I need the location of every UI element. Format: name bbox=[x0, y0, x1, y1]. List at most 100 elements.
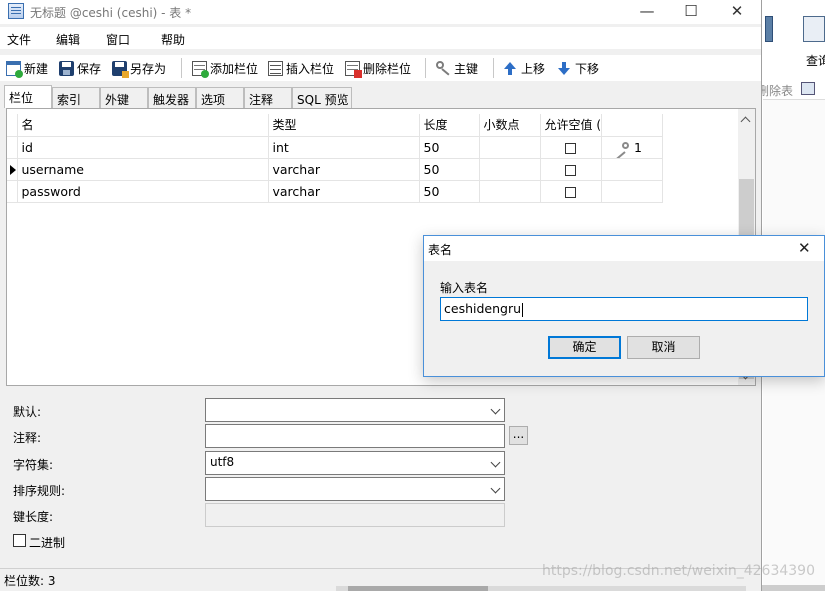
field-type-cell[interactable]: varchar bbox=[268, 158, 420, 181]
nullable-checkbox[interactable] bbox=[564, 164, 576, 176]
tab-fields[interactable]: 栏位 bbox=[4, 85, 52, 108]
default-combo[interactable] bbox=[205, 398, 505, 422]
tab-options[interactable]: 选项 bbox=[196, 87, 244, 108]
column-header-name[interactable]: 名 bbox=[17, 114, 269, 137]
primary-key-order: 1 bbox=[633, 139, 642, 155]
menu-window[interactable]: 窗口 bbox=[106, 31, 130, 48]
field-type-cell[interactable]: varchar bbox=[268, 180, 420, 203]
field-name-cell[interactable]: id bbox=[17, 136, 269, 159]
column-header-type[interactable]: 类型 bbox=[268, 114, 420, 137]
scrollbar-thumb[interactable] bbox=[348, 586, 488, 591]
query-icon[interactable] bbox=[765, 16, 773, 42]
insert-field-label: 插入栏位 bbox=[286, 61, 335, 76]
table-icon bbox=[801, 82, 815, 95]
horizontal-scrollbar[interactable] bbox=[336, 586, 746, 591]
text-cursor bbox=[522, 302, 524, 317]
save-as-button[interactable]: 另存为 bbox=[112, 58, 166, 78]
chevron-down-icon[interactable] bbox=[490, 457, 501, 468]
field-length-cell[interactable]: 50 bbox=[419, 136, 480, 159]
nullable-cell[interactable] bbox=[540, 180, 602, 203]
table-name-dialog: 表名 ✕ 输入表名 ceshidengru 确定 取消 bbox=[423, 235, 825, 377]
field-length-cell[interactable]: 50 bbox=[419, 180, 480, 203]
nullable-cell[interactable] bbox=[540, 158, 602, 181]
add-field-button[interactable]: 添加栏位 bbox=[192, 58, 258, 78]
tab-indexes[interactable]: 索引 bbox=[52, 87, 100, 108]
nullable-cell[interactable] bbox=[540, 136, 602, 159]
key-icon bbox=[436, 60, 451, 76]
primary-key-icon bbox=[614, 142, 630, 157]
title-bar[interactable]: 无标题 @ceshi (ceshi) - 表 * — ☐ ✕ bbox=[0, 0, 761, 24]
tab-triggers[interactable]: 触发器 bbox=[148, 87, 196, 108]
query-label[interactable]: 查询 bbox=[806, 52, 825, 69]
menu-file[interactable]: 文件 bbox=[7, 31, 31, 48]
column-header-nullable[interactable]: 允许空值 ( bbox=[540, 114, 602, 137]
delete-field-icon bbox=[345, 60, 362, 78]
maximize-button[interactable]: ☐ bbox=[668, 0, 714, 24]
field-decimals-cell[interactable] bbox=[479, 136, 541, 159]
key-cell bbox=[601, 180, 663, 203]
query-icon[interactable] bbox=[803, 16, 825, 42]
comment-input[interactable] bbox=[205, 424, 505, 448]
tab-comment[interactable]: 注释 bbox=[244, 87, 292, 108]
nullable-checkbox[interactable] bbox=[564, 186, 576, 198]
column-header-decimals[interactable]: 小数点 bbox=[479, 114, 541, 137]
delete-table-label[interactable]: 删除表 bbox=[757, 82, 793, 99]
cancel-button[interactable]: 取消 bbox=[627, 336, 700, 359]
charset-value: utf8 bbox=[210, 455, 235, 469]
insert-field-button[interactable]: 插入栏位 bbox=[268, 58, 334, 78]
key-cell: 1 bbox=[601, 136, 663, 159]
comment-label: 注释: bbox=[13, 431, 42, 445]
default-label: 默认: bbox=[13, 405, 42, 419]
dialog-title-bar[interactable]: 表名 ✕ bbox=[424, 236, 824, 261]
field-count: 栏位数: 3 bbox=[4, 574, 56, 588]
save-label: 保存 bbox=[77, 61, 102, 76]
background-scrollbar[interactable] bbox=[761, 585, 825, 591]
save-as-label: 另存为 bbox=[130, 61, 167, 76]
chevron-down-icon[interactable] bbox=[490, 483, 501, 494]
arrow-up-icon bbox=[503, 61, 518, 76]
nullable-checkbox[interactable] bbox=[564, 142, 576, 154]
scroll-up-arrow-icon[interactable] bbox=[740, 116, 751, 127]
charset-label: 字符集: bbox=[13, 458, 54, 472]
field-decimals-cell[interactable] bbox=[479, 158, 541, 181]
close-button[interactable]: ✕ bbox=[714, 0, 760, 24]
binary-checkbox[interactable] bbox=[13, 534, 26, 547]
new-button[interactable]: 新建 bbox=[6, 58, 48, 78]
toolbar-separator bbox=[493, 58, 494, 78]
menu-help[interactable]: 帮助 bbox=[161, 31, 185, 48]
comment-editor-button[interactable]: ... bbox=[509, 426, 528, 445]
menu-edit[interactable]: 编辑 bbox=[56, 31, 80, 48]
chevron-down-icon[interactable] bbox=[490, 404, 501, 415]
save-button[interactable]: 保存 bbox=[59, 58, 101, 78]
field-decimals-cell[interactable] bbox=[479, 180, 541, 203]
table-name-value: ceshidengru bbox=[444, 301, 522, 316]
collation-combo[interactable] bbox=[205, 477, 505, 501]
minimize-button[interactable]: — bbox=[624, 0, 670, 24]
menu-bar: 文件 编辑 窗口 帮助 bbox=[0, 27, 761, 49]
tab-foreign-keys[interactable]: 外键 bbox=[100, 87, 148, 108]
table-row[interactable]: id int 50 1 bbox=[7, 136, 663, 159]
table-row[interactable]: password varchar 50 bbox=[7, 180, 663, 203]
table-row[interactable]: username varchar 50 bbox=[7, 158, 663, 181]
field-name-cell[interactable]: password bbox=[17, 180, 269, 203]
charset-combo[interactable]: utf8 bbox=[205, 451, 505, 475]
current-row-icon bbox=[10, 165, 16, 175]
row-indicator bbox=[7, 180, 18, 203]
table-icon bbox=[8, 3, 24, 19]
binary-label[interactable]: 二进制 bbox=[29, 534, 65, 551]
field-name-cell[interactable]: username bbox=[17, 158, 269, 181]
new-table-icon bbox=[6, 60, 23, 78]
window-title: 无标题 @ceshi (ceshi) - 表 * bbox=[30, 6, 192, 20]
tab-sql-preview[interactable]: SQL 预览 bbox=[292, 87, 352, 108]
ok-button[interactable]: 确定 bbox=[548, 336, 621, 359]
move-down-button[interactable]: 下移 bbox=[557, 58, 599, 78]
move-up-button[interactable]: 上移 bbox=[503, 58, 545, 78]
column-header-length[interactable]: 长度 bbox=[419, 114, 480, 137]
field-type-cell[interactable]: int bbox=[268, 136, 420, 159]
row-indicator bbox=[7, 158, 18, 181]
primary-key-button[interactable]: 主键 bbox=[436, 58, 478, 78]
table-name-input[interactable]: ceshidengru bbox=[440, 297, 808, 321]
dialog-close-button[interactable]: ✕ bbox=[798, 239, 811, 257]
delete-field-button[interactable]: 删除栏位 bbox=[345, 58, 411, 78]
field-length-cell[interactable]: 50 bbox=[419, 158, 480, 181]
